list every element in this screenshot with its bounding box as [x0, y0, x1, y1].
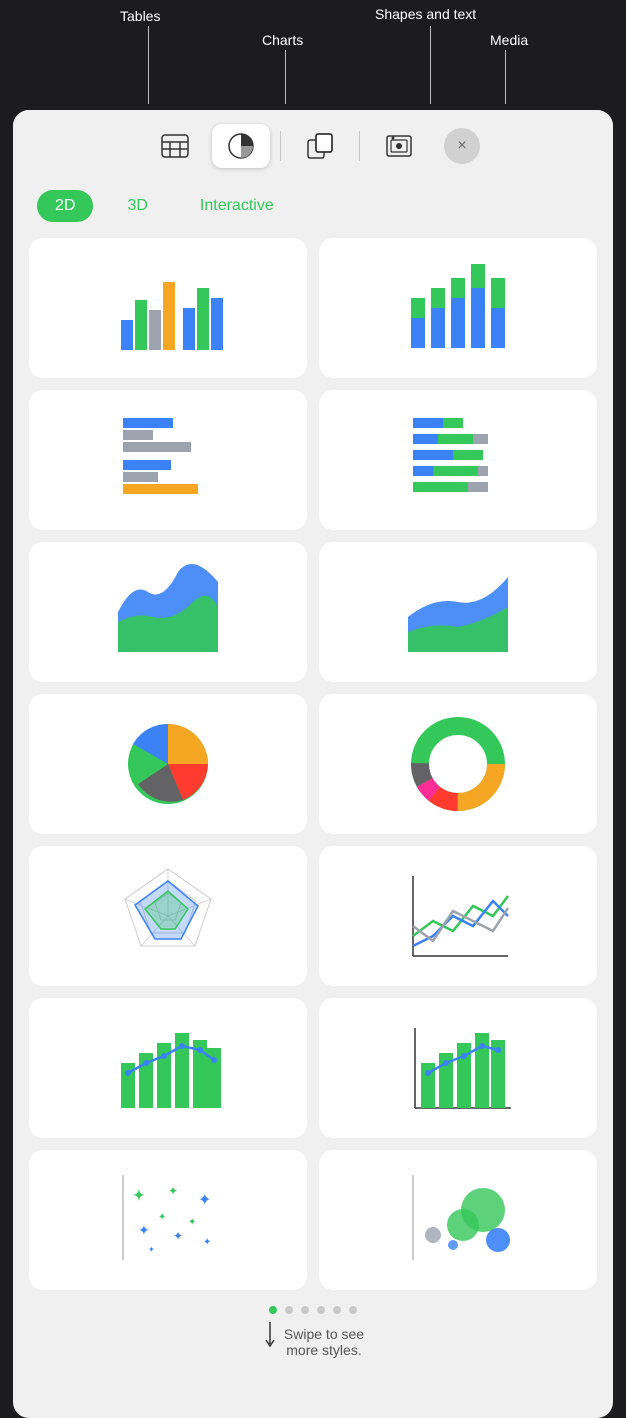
chart-type-tabs: 2D 3D Interactive: [13, 182, 613, 238]
annotations-area: Tables Charts Shapes and text Media: [0, 0, 626, 110]
tables-annotation: Tables: [120, 8, 160, 24]
swipe-hint-area: Swipe to see more styles.: [13, 1322, 613, 1358]
pagination-dot-0[interactable]: [269, 1306, 277, 1314]
tab-2d[interactable]: 2D: [37, 190, 93, 222]
close-button[interactable]: ×: [444, 128, 480, 164]
toolbar-btn-shapes[interactable]: [291, 124, 349, 168]
pagination-dot-5[interactable]: [349, 1306, 357, 1314]
tab-interactive[interactable]: Interactive: [182, 190, 292, 222]
svg-text:✦: ✦: [203, 1237, 211, 1248]
svg-text:✦: ✦: [173, 1229, 183, 1243]
toolbar: ×: [13, 110, 613, 182]
toolbar-btn-tables[interactable]: [146, 124, 204, 168]
swipe-arrow-icon: [262, 1322, 278, 1352]
svg-text:✦: ✦: [168, 1184, 178, 1198]
media-annotation: Media: [490, 32, 528, 48]
svg-text:✦: ✦: [138, 1222, 150, 1238]
toolbar-btn-charts[interactable]: [212, 124, 270, 168]
chart-item-line[interactable]: [319, 846, 597, 986]
media-line: [505, 50, 506, 104]
chart-item-bar-grouped[interactable]: [29, 238, 307, 378]
tab-3d[interactable]: 3D: [109, 190, 165, 222]
chart-item-pie[interactable]: [29, 694, 307, 834]
chart-item-mixed-axed[interactable]: [319, 998, 597, 1138]
svg-text:✦: ✦: [158, 1212, 166, 1223]
close-icon: ×: [457, 137, 466, 155]
swipe-text: Swipe to see more styles.: [284, 1326, 364, 1358]
chart-item-donut[interactable]: [319, 694, 597, 834]
toolbar-btn-media[interactable]: [370, 124, 428, 168]
svg-text:✦: ✦: [148, 1245, 155, 1254]
pagination-dot-2[interactable]: [301, 1306, 309, 1314]
chart-item-hbar-grouped[interactable]: [29, 390, 307, 530]
chart-item-area[interactable]: [29, 542, 307, 682]
chart-item-mixed[interactable]: [29, 998, 307, 1138]
shapes-line: [430, 26, 431, 104]
toolbar-separator-1: [280, 131, 281, 161]
pagination-dot-4[interactable]: [333, 1306, 341, 1314]
toolbar-separator-2: [359, 131, 360, 161]
chart-item-radar[interactable]: [29, 846, 307, 986]
pagination-dot-3[interactable]: [317, 1306, 325, 1314]
chart-item-bar-stacked[interactable]: [319, 238, 597, 378]
shapes-annotation: Shapes and text: [375, 6, 476, 22]
tables-line: [148, 26, 149, 104]
pagination-dots: [13, 1306, 613, 1314]
charts-annotation: Charts: [262, 32, 303, 48]
chart-item-bubble[interactable]: [319, 1150, 597, 1290]
svg-text:✦: ✦: [188, 1217, 196, 1228]
chart-picker-panel: × 2D 3D Interactive: [13, 110, 613, 1418]
chart-item-scatter[interactable]: ✦ ✦ ✦ ✦ ✦ ✦ ✦ ✦ ✦: [29, 1150, 307, 1290]
pagination-dot-1[interactable]: [285, 1306, 293, 1314]
svg-text:✦: ✦: [133, 1187, 145, 1203]
chart-item-hbar-stacked[interactable]: [319, 390, 597, 530]
chart-item-area-stacked[interactable]: [319, 542, 597, 682]
chart-grid: ✦ ✦ ✦ ✦ ✦ ✦ ✦ ✦ ✦: [13, 238, 613, 1290]
charts-line: [285, 50, 286, 104]
svg-text:✦: ✦: [198, 1192, 211, 1209]
